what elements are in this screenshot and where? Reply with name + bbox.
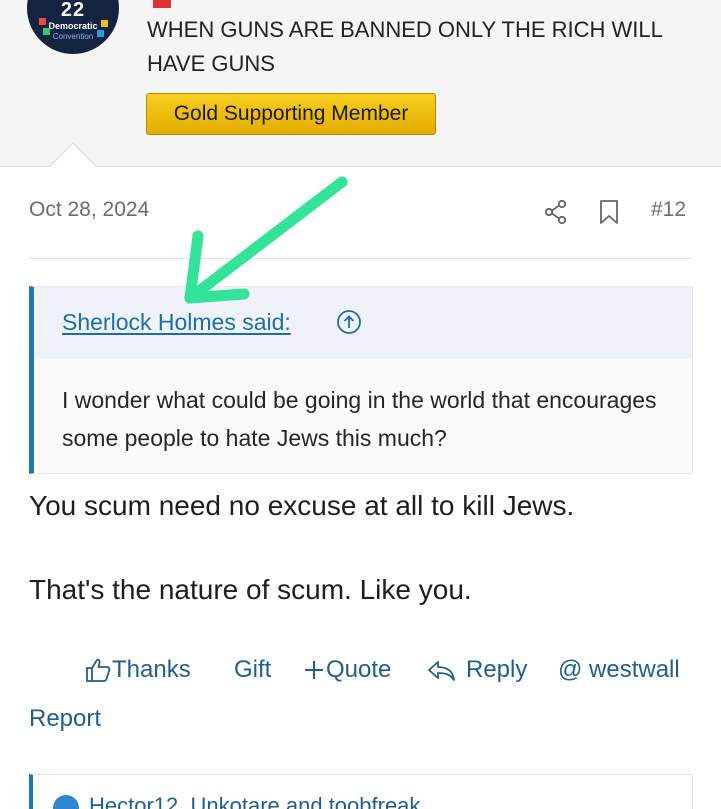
plus-icon (305, 661, 323, 679)
reply-label: Reply (466, 656, 528, 683)
post-number[interactable]: #12 (651, 198, 686, 222)
gold-member-badge: Gold Supporting Member (146, 93, 436, 135)
thumbs-up-icon (86, 658, 111, 682)
avatar-decoration (43, 28, 50, 35)
user-title: WHEN GUNS ARE BANNED ONLY THE RICH WILL … (147, 17, 663, 76)
quote-label: Quote (326, 656, 392, 683)
avatar-decoration (101, 20, 108, 27)
quote-button[interactable]: Quote (302, 655, 391, 685)
status-mark (153, 0, 171, 8)
avatar-line2: Convention (52, 32, 94, 41)
gift-label: Gift (234, 656, 272, 683)
reply-icon (428, 661, 455, 681)
arrow-up-circle-icon[interactable] (336, 309, 362, 335)
quote-header: Sherlock Holmes said: (34, 287, 692, 359)
post-body-paragraph: That's the nature of scum. Like you. (29, 574, 472, 605)
mention-button[interactable]: @ westwall (558, 655, 680, 685)
quote-author-link[interactable]: Sherlock Holmes said: (62, 309, 291, 336)
avatar[interactable]: 22 Democratic Convention (27, 0, 119, 54)
speech-caret-inner (50, 144, 96, 167)
report-button[interactable]: Report (29, 705, 101, 733)
thanks-label: Thanks (112, 656, 191, 683)
avatar-decoration (39, 18, 46, 25)
reactions-bar: Hector12, Unkotare and toobfreak (29, 774, 693, 809)
like-reaction-icon (53, 795, 79, 809)
thanks-button[interactable]: Thanks (84, 655, 191, 685)
user-info-band: 22 Democratic Convention WHEN GUNS ARE B… (0, 0, 721, 167)
quote-block: Sherlock Holmes said: I wonder what coul… (29, 286, 693, 474)
bookmark-icon[interactable] (597, 199, 621, 225)
post-page: 22 Democratic Convention WHEN GUNS ARE B… (0, 0, 721, 809)
reply-button[interactable]: Reply (426, 655, 527, 685)
avatar-decoration (97, 30, 104, 37)
post-date[interactable]: Oct 28, 2024 (29, 198, 149, 222)
avatar-number: 22 (60, 0, 86, 21)
quote-text: I wonder what could be going in the worl… (62, 387, 657, 451)
reactions-list[interactable]: Hector12, Unkotare and toobfreak (89, 793, 420, 809)
divider (29, 258, 692, 259)
post-body-paragraph: You scum need no excuse at all to kill J… (29, 490, 575, 521)
at-icon: @ (558, 656, 590, 683)
share-icon[interactable] (543, 199, 569, 225)
gift-button[interactable]: Gift (234, 655, 271, 685)
mention-label: westwall (589, 656, 680, 683)
